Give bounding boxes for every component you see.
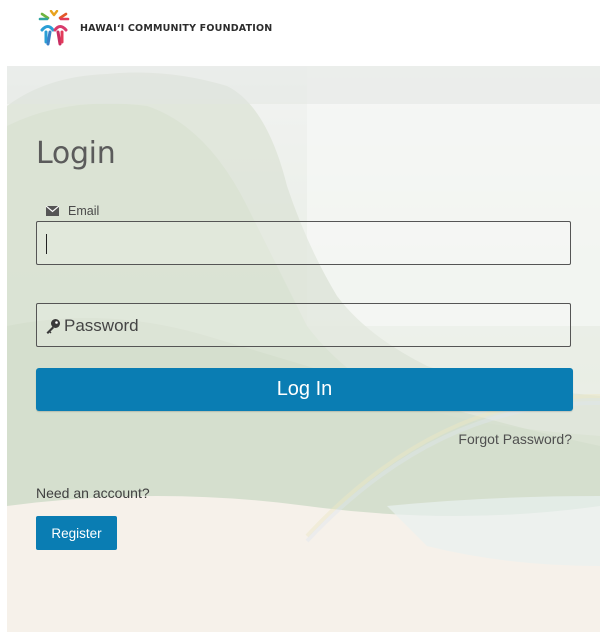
top-band <box>7 66 600 104</box>
forgot-password-link[interactable]: Forgot Password? <box>458 431 572 447</box>
org-name: HAWAI‘I COMMUNITY FOUNDATION <box>80 22 273 34</box>
logo[interactable]: HAWAI‘I COMMUNITY FOUNDATION <box>36 10 272 46</box>
hcf-logo-icon <box>38 10 70 46</box>
password-field[interactable]: Password <box>36 303 571 347</box>
log-in-button[interactable]: Log In <box>36 368 573 411</box>
password-placeholder: Password <box>64 316 139 335</box>
key-icon <box>46 319 60 334</box>
text-caret <box>46 234 47 254</box>
email-label: Email <box>46 204 99 218</box>
page-header: HAWAI‘I COMMUNITY FOUNDATION <box>0 0 600 66</box>
password-placeholder-wrap: Password <box>45 316 139 336</box>
envelope-icon <box>46 206 59 216</box>
need-account-text: Need an account? <box>36 485 150 501</box>
email-field[interactable] <box>36 221 571 265</box>
page-title: Login <box>36 136 116 171</box>
register-button[interactable]: Register <box>36 516 117 550</box>
email-label-text: Email <box>68 204 100 218</box>
